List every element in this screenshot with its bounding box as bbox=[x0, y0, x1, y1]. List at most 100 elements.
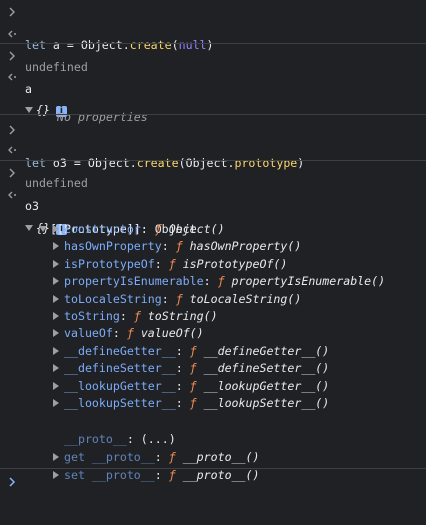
chevron-right-icon bbox=[9, 51, 15, 61]
property-value: __lookupSetter__() bbox=[203, 396, 330, 410]
property-value: __lookupGetter__() bbox=[203, 378, 330, 393]
result-arrow-icon bbox=[8, 191, 16, 199]
property-row[interactable]: constructor: ƒ Object() bbox=[0, 221, 426, 239]
property-row[interactable]: get __proto__: ƒ __proto__() bbox=[0, 431, 426, 464]
object-result-line[interactable]: {} i bbox=[0, 67, 426, 118]
property-value: Object() bbox=[168, 222, 225, 236]
prompt-chevron-icon bbox=[9, 477, 16, 487]
property-colon: : bbox=[161, 291, 176, 306]
expand-triangle-icon[interactable] bbox=[53, 381, 59, 390]
property-entry[interactable]: __defineGetter__: ƒ __defineGetter__() bbox=[53, 343, 329, 361]
property-colon: : bbox=[154, 256, 169, 271]
function-symbol: ƒ bbox=[175, 291, 183, 306]
console-result-line: undefined bbox=[0, 24, 426, 74]
property-value: toLocaleString() bbox=[189, 291, 302, 306]
expand-triangle-icon[interactable] bbox=[53, 312, 59, 320]
property-colon: : bbox=[112, 326, 127, 341]
property-row[interactable]: __lookupSetter__: ƒ __lookupSetter__() bbox=[0, 395, 426, 413]
chevron-right-icon bbox=[9, 125, 15, 135]
expand-triangle-icon[interactable] bbox=[53, 329, 59, 338]
property-key: __lookupGetter__ bbox=[64, 378, 176, 393]
property-row[interactable]: valueOf: ƒ valueOf() bbox=[0, 325, 426, 343]
console-input-line[interactable]: let o3 = Object.create(Object.prototype) bbox=[0, 120, 426, 170]
entry-divider bbox=[0, 468, 426, 469]
console-input-line[interactable]: let a = Object.create(null) bbox=[0, 2, 426, 52]
property-entry[interactable]: propertyIsEnumerable: ƒ propertyIsEnumer… bbox=[53, 273, 385, 291]
function-symbol: ƒ bbox=[126, 326, 134, 341]
empty-object-line: No properties bbox=[0, 91, 426, 124]
function-symbol: ƒ bbox=[189, 343, 197, 358]
property-entry[interactable]: constructor: ƒ Object() bbox=[53, 221, 225, 239]
property-colon: : bbox=[140, 222, 155, 236]
function-symbol: ƒ bbox=[154, 222, 162, 236]
object-result-line[interactable]: {} i bbox=[0, 185, 426, 236]
expand-triangle-icon[interactable] bbox=[53, 399, 59, 407]
property-colon: : bbox=[175, 396, 190, 410]
property-row[interactable]: toLocaleString: ƒ toLocaleString() bbox=[0, 291, 426, 309]
expand-triangle-icon[interactable] bbox=[53, 259, 59, 268]
property-value: __defineSetter__() bbox=[203, 361, 330, 376]
console-result-line: undefined bbox=[0, 140, 426, 190]
property-value: propertyIsEnumerable() bbox=[231, 274, 386, 289]
property-row[interactable]: __proto__: (...) bbox=[0, 413, 426, 446]
function-symbol: ƒ bbox=[189, 396, 197, 410]
result-arrow-icon bbox=[8, 146, 16, 154]
property-value: hasOwnProperty() bbox=[189, 239, 302, 254]
result-arrow-icon bbox=[8, 30, 16, 38]
console-input-line[interactable]: o3 bbox=[0, 163, 426, 213]
entry-divider bbox=[0, 114, 426, 115]
property-colon: : bbox=[175, 343, 190, 358]
property-colon: : bbox=[161, 239, 176, 254]
property-key: __defineGetter__ bbox=[64, 343, 176, 358]
property-row[interactable]: __defineGetter__: ƒ __defineGetter__() bbox=[0, 343, 426, 361]
function-symbol: ƒ bbox=[217, 274, 225, 289]
expand-triangle-icon[interactable] bbox=[53, 242, 59, 251]
property-row[interactable]: hasOwnProperty: ƒ hasOwnProperty() bbox=[0, 238, 426, 256]
expand-triangle-icon[interactable] bbox=[53, 277, 59, 286]
property-key: toLocaleString bbox=[64, 291, 162, 306]
property-entry[interactable]: isPrototypeOf: ƒ isPrototypeOf() bbox=[53, 256, 287, 274]
property-row[interactable]: propertyIsEnumerable: ƒ propertyIsEnumer… bbox=[0, 273, 426, 291]
property-row[interactable]: isPrototypeOf: ƒ isPrototypeOf() bbox=[0, 256, 426, 274]
expand-triangle-icon[interactable] bbox=[53, 294, 59, 303]
entry-divider bbox=[0, 43, 426, 44]
property-entry[interactable]: toLocaleString: ƒ toLocaleString() bbox=[53, 291, 301, 309]
property-key: toString bbox=[64, 309, 120, 323]
property-row[interactable]: __lookupGetter__: ƒ __lookupGetter__() bbox=[0, 378, 426, 396]
devtools-console: let a = Object.create(null) undefined a … bbox=[0, 0, 426, 496]
property-key: isPrototypeOf bbox=[64, 256, 155, 271]
result-arrow-icon bbox=[8, 73, 16, 81]
property-entry[interactable]: toString: ƒ toString() bbox=[53, 308, 218, 326]
console-prompt[interactable] bbox=[0, 472, 426, 490]
property-key: hasOwnProperty bbox=[64, 239, 162, 254]
chevron-right-icon bbox=[9, 168, 15, 178]
property-colon: : bbox=[175, 378, 190, 393]
property-value: valueOf() bbox=[140, 326, 204, 341]
property-entry[interactable]: valueOf: ƒ valueOf() bbox=[53, 325, 204, 343]
property-row[interactable]: toString: ƒ toString() bbox=[0, 308, 426, 326]
expand-triangle-icon[interactable] bbox=[53, 346, 59, 355]
entry-divider bbox=[0, 160, 426, 161]
property-entry[interactable]: __lookupGetter__: ƒ __lookupGetter__() bbox=[53, 378, 329, 396]
property-entry[interactable]: __defineSetter__: ƒ __defineSetter__() bbox=[53, 360, 329, 378]
property-colon: : bbox=[119, 309, 134, 323]
property-entry[interactable]: __lookupSetter__: ƒ __lookupSetter__() bbox=[53, 395, 329, 413]
property-entry[interactable]: hasOwnProperty: ƒ hasOwnProperty() bbox=[53, 238, 301, 256]
prototype-node[interactable]: [[Prototype]]: Object bbox=[0, 203, 426, 236]
function-symbol: ƒ bbox=[189, 378, 197, 393]
expand-triangle-icon[interactable] bbox=[53, 364, 59, 373]
property-key: __defineSetter__ bbox=[64, 361, 176, 376]
property-value: toString() bbox=[147, 309, 218, 323]
function-symbol: ƒ bbox=[168, 256, 176, 271]
function-symbol: ƒ bbox=[189, 361, 197, 376]
property-key: constructor bbox=[64, 222, 141, 236]
property-row[interactable]: set __proto__: ƒ __proto__() bbox=[0, 449, 426, 482]
function-symbol: ƒ bbox=[133, 309, 141, 323]
console-input-line[interactable]: a bbox=[0, 46, 426, 96]
property-key: propertyIsEnumerable bbox=[64, 274, 204, 289]
property-row[interactable]: __defineSetter__: ƒ __defineSetter__() bbox=[0, 360, 426, 378]
property-key: __lookupSetter__ bbox=[64, 396, 176, 410]
function-symbol: ƒ bbox=[175, 239, 183, 254]
property-colon: : bbox=[203, 274, 218, 289]
expand-triangle-icon[interactable] bbox=[53, 225, 59, 233]
